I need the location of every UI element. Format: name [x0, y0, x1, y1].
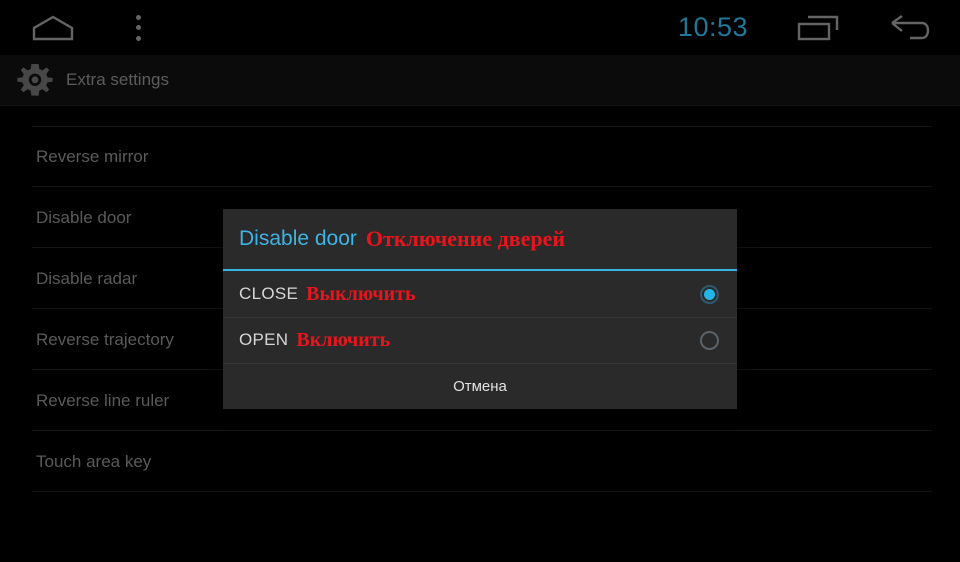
dialog-footer: Отмена	[223, 363, 737, 409]
radio-option-label-en: CLOSE	[239, 284, 299, 303]
radio-button-unselected[interactable]	[700, 330, 719, 350]
dialog-title-en: Disable door	[239, 227, 357, 250]
radio-option-label-ru: Включить	[296, 328, 391, 351]
dialog-title-bar: Disable door Отключение дверей	[223, 209, 737, 271]
cancel-button[interactable]: Отмена	[453, 378, 507, 395]
android-screen: 10:53 Extra settings Reverse mirror Disa…	[0, 0, 960, 562]
radio-button-selected[interactable]	[700, 284, 719, 304]
radio-option-label-ru: Выключить	[306, 282, 416, 305]
dialog-title-ru: Отключение дверей	[365, 226, 566, 251]
radio-option-open[interactable]: OPEN Включить	[223, 317, 737, 363]
radio-option-label-en: OPEN	[239, 330, 289, 349]
radio-option-close[interactable]: CLOSE Выключить	[223, 271, 737, 317]
disable-door-dialog: Disable door Отключение дверей CLOSE Вык…	[223, 209, 737, 409]
